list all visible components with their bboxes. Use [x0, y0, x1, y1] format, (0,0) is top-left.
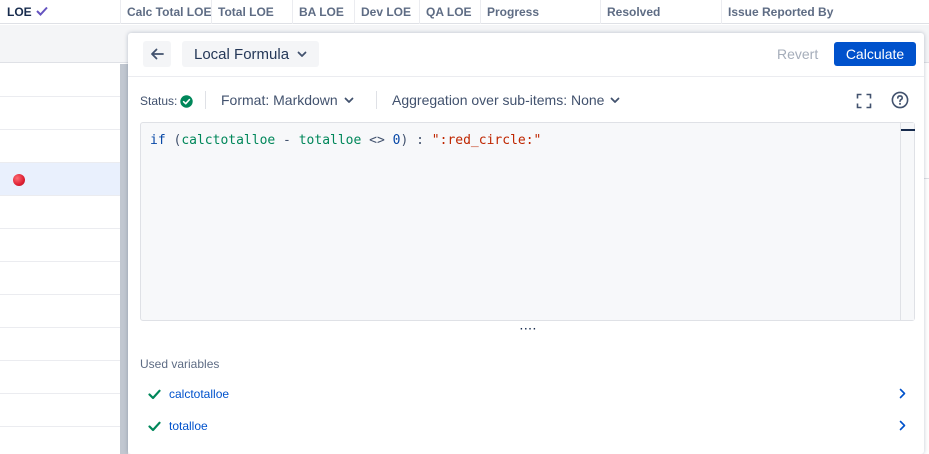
- table-header: LOE Calc Total LOE Total LOE BA LOE Dev …: [0, 0, 929, 24]
- chevron-right-icon: [899, 388, 906, 399]
- column-header-qa-loe[interactable]: QA LOE: [420, 0, 481, 24]
- panel-splitter[interactable]: [120, 64, 128, 454]
- code-operator: <>: [361, 133, 393, 148]
- column-header-dev-loe[interactable]: Dev LOE: [355, 0, 420, 24]
- dialog-title: Local Formula: [194, 45, 290, 63]
- column-header-progress[interactable]: Progress: [481, 0, 601, 24]
- checkmark-icon: [148, 421, 161, 432]
- table-row[interactable]: [0, 130, 121, 163]
- table-row[interactable]: [0, 361, 121, 394]
- code-variable: calctotalloe: [181, 133, 276, 148]
- formula-code: if (calctotalloe - totalloe <> 0) : ":re…: [150, 133, 541, 148]
- table-row[interactable]: [0, 295, 121, 328]
- revert-button[interactable]: Revert: [777, 46, 818, 62]
- code-variable: totalloe: [298, 133, 362, 148]
- status-indicator: Status:: [140, 94, 194, 108]
- formula-editor[interactable]: if (calctotalloe - totalloe <> 0) : ":re…: [140, 122, 915, 321]
- chevron-down-icon: [610, 97, 620, 104]
- table-row[interactable]: [0, 163, 121, 196]
- formula-toolbar: Status: Format: Markdown Aggregation ove…: [128, 88, 924, 114]
- table-row[interactable]: [0, 427, 121, 454]
- column-header-ba-loe[interactable]: BA LOE: [293, 0, 355, 24]
- scrollbar-thumb[interactable]: [901, 129, 915, 131]
- table-rows: [0, 64, 121, 454]
- table-row[interactable]: [0, 394, 121, 427]
- chevron-right-icon: [899, 420, 906, 431]
- calculate-button[interactable]: Calculate: [834, 42, 916, 66]
- status-label: Status:: [140, 94, 178, 108]
- arrow-left-icon: [150, 48, 164, 60]
- help-icon[interactable]: [891, 91, 909, 109]
- table-row[interactable]: [0, 328, 121, 361]
- column-header-label: Progress: [487, 5, 540, 19]
- column-header-label: QA LOE: [426, 5, 472, 19]
- editor-scrollbar[interactable]: [900, 123, 915, 320]
- table-row[interactable]: [0, 229, 121, 262]
- table-right-edge: [924, 64, 929, 454]
- code-punct: ) :: [400, 133, 432, 148]
- used-variable-name: calctotalloe: [169, 387, 230, 401]
- formula-type-dropdown[interactable]: Local Formula: [182, 41, 320, 67]
- table-row[interactable]: [0, 64, 121, 97]
- chevron-down-icon: [344, 97, 354, 104]
- check-circle-icon: [180, 94, 194, 108]
- table-row[interactable]: [0, 97, 121, 130]
- red-circle-icon: [13, 174, 25, 186]
- column-header-label: BA LOE: [299, 5, 344, 19]
- code-string: ":red_circle:": [431, 133, 542, 148]
- code-punct: (: [165, 133, 182, 148]
- checkmark-icon: [35, 5, 48, 19]
- aggregation-dropdown[interactable]: Aggregation over sub-items: None: [392, 92, 620, 108]
- column-header-label: Dev LOE: [361, 5, 412, 19]
- formula-dialog: Local Formula Revert Calculate Status: F…: [128, 33, 924, 454]
- used-variable-name: totalloe: [169, 419, 208, 433]
- column-header-issue-reported-by[interactable]: Issue Reported By: [722, 0, 929, 24]
- code-operator: -: [275, 133, 299, 148]
- column-header-loe[interactable]: LOE: [0, 0, 121, 24]
- used-variable-item[interactable]: totalloe: [140, 415, 916, 437]
- column-header-label: Issue Reported By: [728, 5, 834, 19]
- used-variables-title: Used variables: [140, 357, 220, 371]
- fullscreen-icon[interactable]: [856, 93, 872, 109]
- back-button[interactable]: [143, 41, 171, 67]
- chevron-down-icon: [297, 51, 307, 58]
- checkmark-icon: [148, 389, 161, 400]
- table-row[interactable]: [0, 196, 121, 229]
- column-header-total-loe[interactable]: Total LOE: [212, 0, 293, 24]
- format-label: Format: Markdown: [221, 92, 338, 108]
- dialog-header: Local Formula Revert Calculate: [128, 33, 924, 77]
- column-header-resolved[interactable]: Resolved: [601, 0, 722, 24]
- code-keyword: if: [150, 133, 166, 148]
- toolbar-divider: [376, 91, 377, 109]
- editor-resize-handle[interactable]: ····: [520, 324, 537, 335]
- column-header-label: LOE: [7, 5, 32, 19]
- table-row[interactable]: [0, 262, 121, 295]
- used-variable-item[interactable]: calctotalloe: [140, 383, 916, 405]
- aggregation-label: Aggregation over sub-items: None: [392, 92, 605, 108]
- column-header-label: Resolved: [607, 5, 661, 19]
- column-header-label: Total LOE: [218, 5, 274, 19]
- column-header-label: Calc Total LOE: [127, 5, 212, 19]
- format-dropdown[interactable]: Format: Markdown: [221, 92, 354, 108]
- toolbar-divider: [205, 91, 206, 109]
- column-header-calc-total-loe[interactable]: Calc Total LOE: [121, 0, 212, 24]
